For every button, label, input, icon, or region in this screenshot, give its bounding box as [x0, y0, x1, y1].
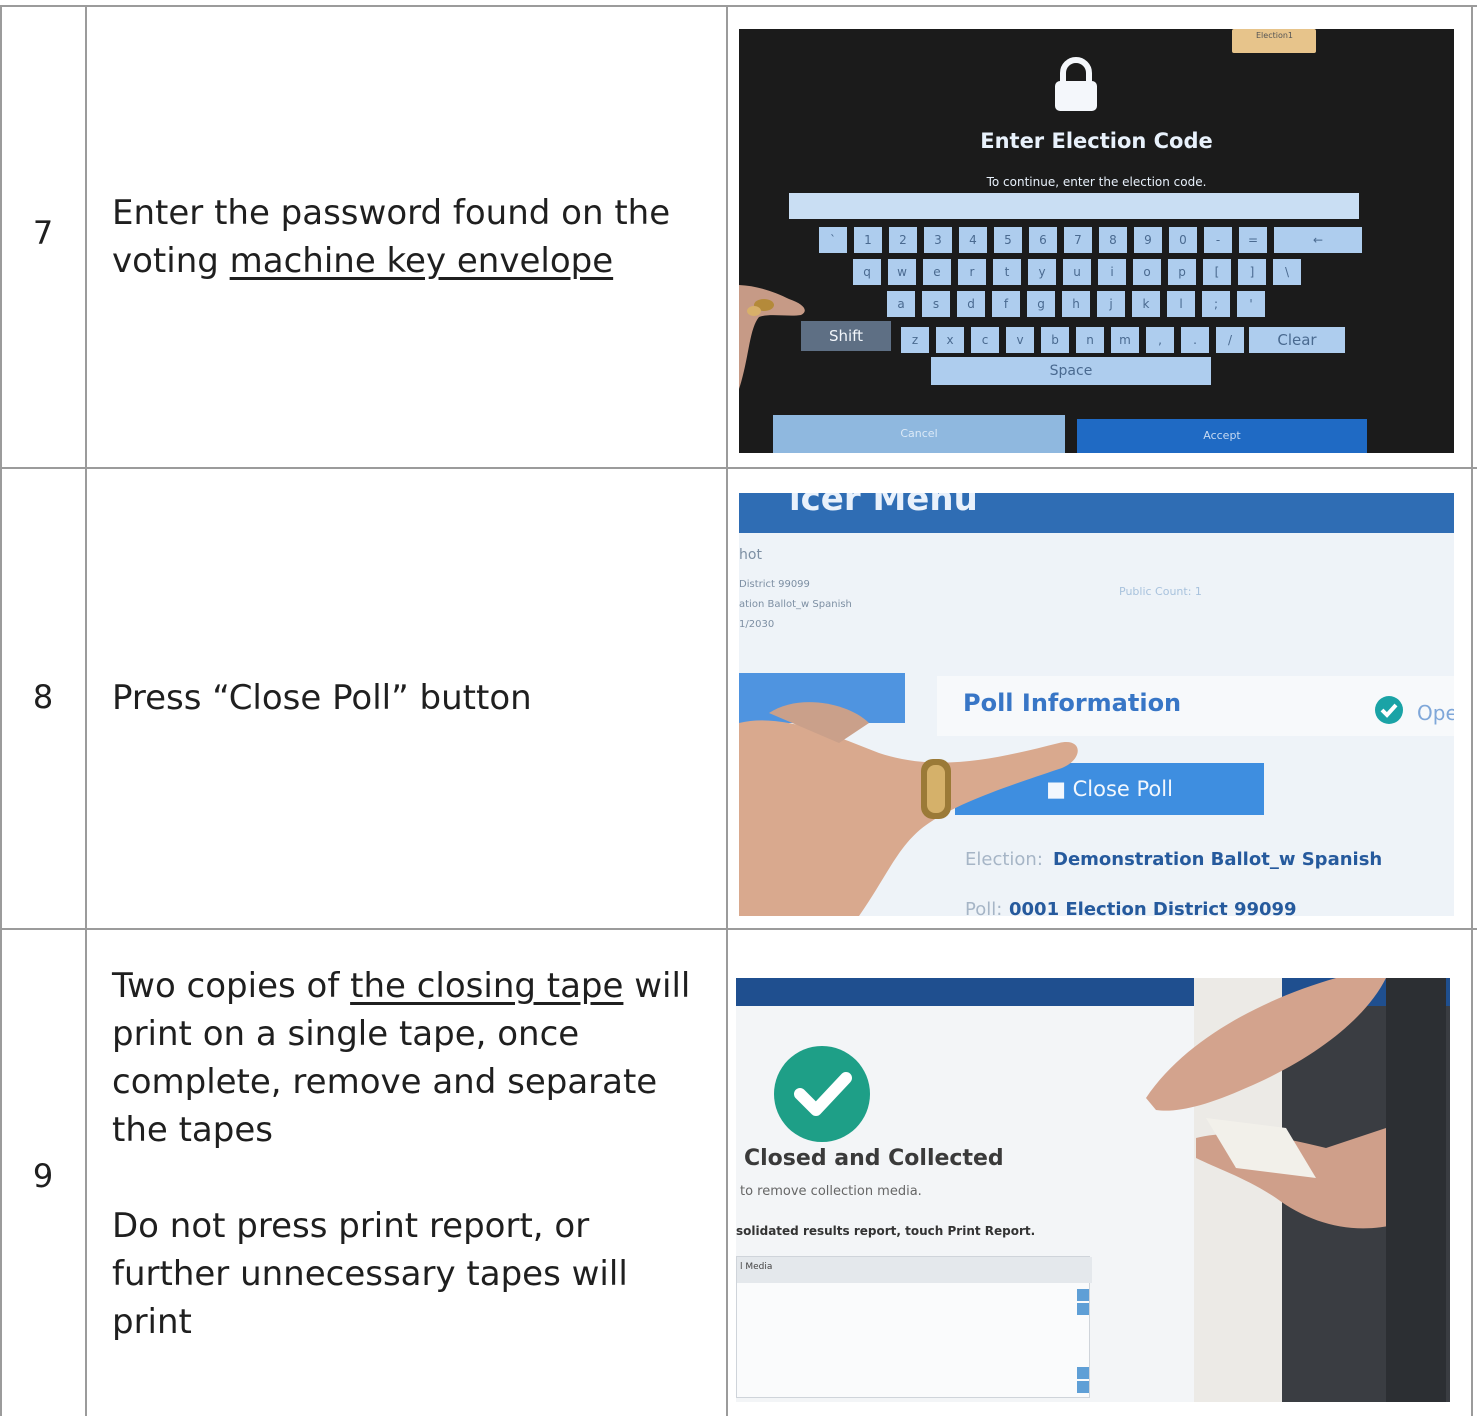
- keyboard-key[interactable]: ,: [1146, 327, 1174, 353]
- space-key[interactable]: Space: [931, 357, 1211, 385]
- keyboard-key[interactable]: z: [901, 327, 929, 353]
- keyboard-key[interactable]: y: [1028, 259, 1056, 285]
- keyboard-key[interactable]: [: [1203, 259, 1231, 285]
- keyboard-key[interactable]: a: [887, 291, 915, 317]
- instruction-table: 7 Enter the password found on the voting…: [0, 0, 1477, 1416]
- keyboard-key[interactable]: 3: [924, 227, 952, 253]
- election-code-input[interactable]: [789, 193, 1359, 219]
- closed-collected-heading: Closed and Collected: [744, 1146, 1004, 1171]
- envelope-label: Election1: [1256, 31, 1294, 40]
- keyboard-key[interactable]: u: [1063, 259, 1091, 285]
- keyboard-key[interactable]: i: [1098, 259, 1126, 285]
- election-code-photo: Election1 Enter Election Code To continu…: [739, 29, 1454, 453]
- keyboard-key[interactable]: f: [992, 291, 1020, 317]
- keyboard-key[interactable]: ]: [1238, 259, 1266, 285]
- step-number: 7: [32, 214, 54, 252]
- row-divider-1: [0, 467, 1477, 469]
- dialog-subtitle: To continue, enter the election code.: [986, 175, 1207, 189]
- keyboard-key[interactable]: 7: [1064, 227, 1092, 253]
- keyboard-key[interactable]: x: [936, 327, 964, 353]
- info-line: 1/2030: [739, 619, 775, 630]
- info-line: hot: [739, 547, 762, 563]
- success-check-icon: [774, 1046, 870, 1142]
- closing-tape-link[interactable]: the closing tape: [350, 966, 623, 1006]
- keyboard-key[interactable]: 5: [994, 227, 1022, 253]
- keyboard-key[interactable]: .: [1181, 327, 1209, 353]
- envelope: Election1: [1232, 29, 1316, 53]
- step-description: Enter the password found on the voting m…: [112, 189, 702, 285]
- public-count: Public Count: 1: [1119, 585, 1202, 598]
- lock-icon: [1055, 57, 1097, 111]
- step-paragraph: Two copies of the closing tape will prin…: [112, 962, 702, 1154]
- keyboard-key[interactable]: w: [888, 259, 916, 285]
- machine-key-envelope-link[interactable]: machine key envelope: [230, 241, 614, 281]
- keyboard-key[interactable]: \: [1273, 259, 1301, 285]
- keyboard-key[interactable]: ←: [1274, 227, 1362, 253]
- media-panel-header: l Media: [737, 1257, 1092, 1283]
- keyboard-key[interactable]: g: [1027, 291, 1055, 317]
- keyboard-key[interactable]: j: [1097, 291, 1125, 317]
- accept-button[interactable]: Accept: [1077, 419, 1367, 453]
- keyboard-key[interactable]: =: [1239, 227, 1267, 253]
- keyboard-key[interactable]: r: [958, 259, 986, 285]
- keyboard-key[interactable]: v: [1006, 327, 1034, 353]
- keyboard-key[interactable]: `: [819, 227, 847, 253]
- keyboard-key[interactable]: e: [923, 259, 951, 285]
- keyboard-key[interactable]: l: [1167, 291, 1195, 317]
- dialog-title: Enter Election Code: [980, 129, 1213, 153]
- keyboard-key[interactable]: ;: [1202, 291, 1230, 317]
- close-poll-photo: icer Menu hot District 99099 ation Ballo…: [739, 493, 1454, 916]
- info-line: ation Ballot_w Spanish: [739, 599, 852, 610]
- keyboard-key[interactable]: 4: [959, 227, 987, 253]
- keyboard-key[interactable]: o: [1133, 259, 1161, 285]
- keyboard-key[interactable]: /: [1216, 327, 1244, 353]
- keyboard-key[interactable]: n: [1076, 327, 1104, 353]
- step-description: Two copies of the closing tape will prin…: [112, 962, 702, 1346]
- keyboard-key[interactable]: -: [1204, 227, 1232, 253]
- keyboard-key[interactable]: t: [993, 259, 1021, 285]
- keyboard-key[interactable]: ': [1237, 291, 1265, 317]
- info-line: District 99099: [739, 579, 810, 590]
- keyboard-key[interactable]: q: [853, 259, 881, 285]
- keyboard-key[interactable]: 2: [889, 227, 917, 253]
- pointing-hand-image: [739, 702, 1078, 916]
- step-description: Press “Close Poll” button: [112, 678, 532, 718]
- closing-tape-photo: Closed and Collected to remove collectio…: [736, 978, 1450, 1402]
- poll-status: Ope: [1417, 701, 1454, 725]
- keyboard-key[interactable]: 0: [1169, 227, 1197, 253]
- keyboard-key[interactable]: s: [922, 291, 950, 317]
- row-divider-2: [0, 928, 1477, 930]
- keyboard-key[interactable]: d: [957, 291, 985, 317]
- table-divider-image: [726, 5, 728, 1416]
- status-check-icon: [1375, 696, 1403, 724]
- keyboard-key[interactable]: 8: [1099, 227, 1127, 253]
- keyboard-key[interactable]: p: [1168, 259, 1196, 285]
- keyboard-key[interactable]: k: [1132, 291, 1160, 317]
- keyboard-key[interactable]: 9: [1134, 227, 1162, 253]
- step-paragraph: Do not press print report, or further un…: [112, 1206, 628, 1342]
- instruction-line: to remove collection media.: [740, 1184, 922, 1199]
- menu-header-bar: icer Menu: [739, 493, 1454, 533]
- keyboard-key[interactable]: 1: [854, 227, 882, 253]
- keyboard-key[interactable]: c: [971, 327, 999, 353]
- pointing-hand-image: [739, 285, 805, 389]
- clear-key[interactable]: Clear: [1249, 327, 1345, 353]
- step-number: 9: [32, 1157, 54, 1195]
- instruction-line: solidated results report, touch Print Re…: [736, 1224, 1036, 1238]
- menu-header-title: icer Menu: [789, 493, 978, 519]
- hands-image: [1146, 978, 1446, 1402]
- keyboard-key[interactable]: 6: [1029, 227, 1057, 253]
- step-text: Two copies of: [112, 966, 351, 1006]
- table-border-right: [1471, 5, 1473, 1416]
- step-number: 8: [32, 678, 54, 716]
- keyboard-key[interactable]: b: [1041, 327, 1069, 353]
- media-panel: l Media: [736, 1256, 1092, 1398]
- keyboard-key[interactable]: h: [1062, 291, 1090, 317]
- table-border-top: [0, 5, 1477, 7]
- keyboard-key[interactable]: m: [1111, 327, 1139, 353]
